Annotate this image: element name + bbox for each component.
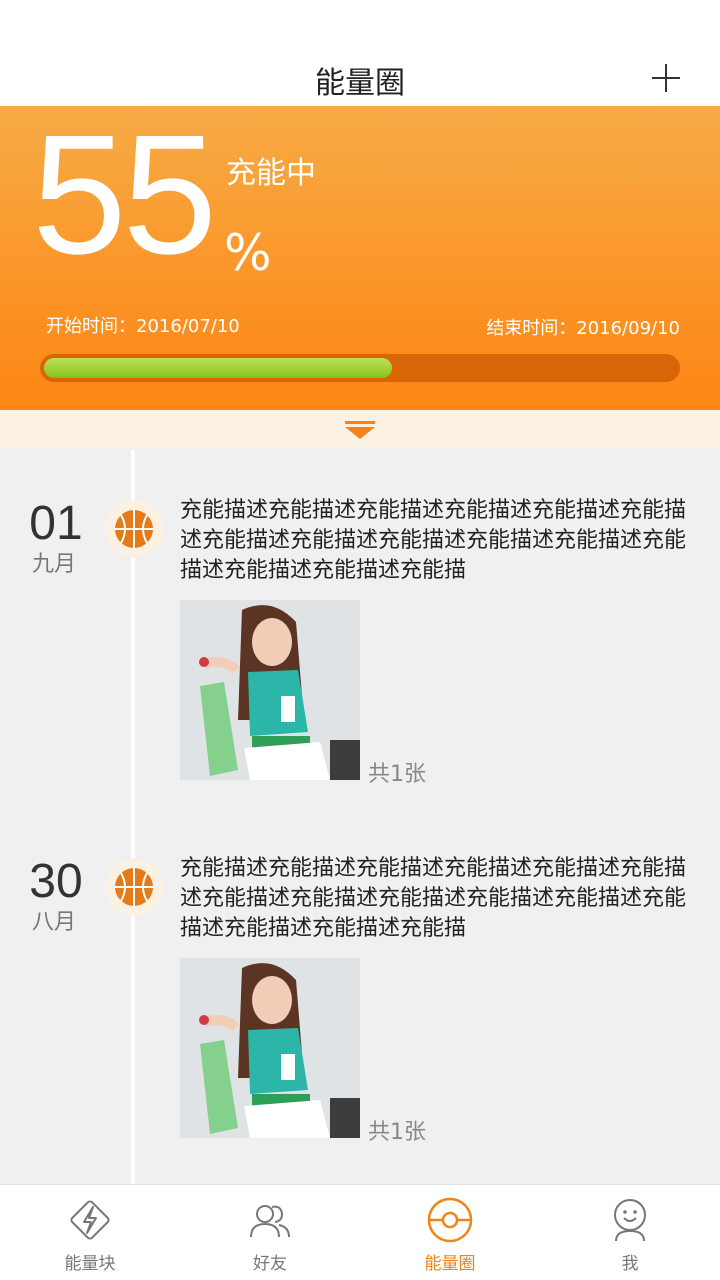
collapse-toggle[interactable]: [0, 410, 720, 448]
tab-energy-block[interactable]: 能量块: [0, 1185, 180, 1280]
friends-icon: [250, 1205, 290, 1238]
entry-day: 01: [29, 497, 83, 550]
tab-me[interactable]: 我: [540, 1185, 720, 1280]
basketball-icon: [115, 510, 153, 548]
entry-photo[interactable]: [180, 958, 360, 1138]
photo-image: [180, 600, 360, 780]
charge-status: 充能中: [226, 156, 316, 191]
entry-description: 充能描述充能描述充能描述充能描述充能描述充能描述充能描述充能描述充能描述充能描述…: [180, 856, 687, 941]
end-date: 结束时间：2016/09/10: [486, 318, 680, 339]
bottom-tab-bar: 能量块 好友 能量圈 我: [0, 1184, 720, 1280]
entry-photo[interactable]: [180, 600, 360, 780]
progress-fill: [44, 358, 392, 378]
energy-circle-icon: [427, 1197, 473, 1243]
page-title: 能量圈: [315, 66, 405, 101]
nav-bar: 能量圈: [0, 50, 720, 106]
tab-friends[interactable]: 好友: [180, 1185, 360, 1280]
progress-bar: [40, 354, 680, 382]
timeline-badge: [105, 500, 163, 558]
charge-summary: 55 充能中 % 开始时间：2016/07/10 结束时间：2016/09/10: [0, 106, 720, 410]
percent-sign: %: [224, 224, 272, 282]
entry-description: 充能描述充能描述充能描述充能描述充能描述充能描述充能描述充能描述充能描述充能描述…: [180, 498, 687, 583]
chevron-down-icon: [345, 427, 375, 439]
charge-percent: 55: [32, 100, 217, 290]
lightning-icon: [70, 1200, 110, 1240]
tab-label: 我: [621, 1254, 639, 1274]
entry-month: 九月: [31, 552, 76, 577]
photo-count: 共1张: [368, 762, 426, 787]
add-button[interactable]: [652, 64, 680, 92]
profile-icon: [614, 1199, 646, 1242]
tab-label: 好友: [253, 1254, 287, 1274]
start-date: 开始时间：2016/07/10: [46, 316, 240, 337]
timeline-entry: 01 九月 充能描述充能描述充能描述充能描述充能描述充能描述充能描述充能描述充能…: [0, 497, 720, 800]
entry-month: 八月: [31, 910, 76, 935]
timeline-entry: 30 八月 充能描述充能描述充能描述充能描述充能描述充能描述充能描述充能描述充能…: [0, 855, 720, 1158]
tab-label: 能量块: [64, 1254, 116, 1274]
photo-count: 共1张: [368, 1120, 426, 1145]
tab-energy-circle[interactable]: 能量圈: [360, 1185, 540, 1280]
entry-day: 30: [29, 855, 83, 908]
tab-label: 能量圈: [424, 1254, 476, 1274]
photo-image: [180, 958, 360, 1138]
basketball-icon: [115, 868, 153, 906]
collapse-line: [345, 421, 375, 424]
timeline-badge: [105, 858, 163, 916]
status-bar: [0, 0, 720, 50]
